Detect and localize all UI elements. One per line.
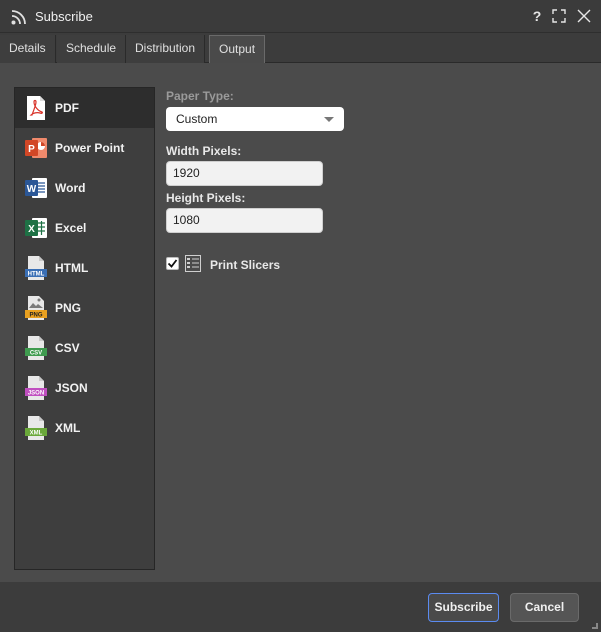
format-label: PNG	[55, 301, 82, 315]
print-slicers-checkbox[interactable]	[166, 257, 179, 270]
paper-type-value: Custom	[176, 112, 218, 126]
format-label: PDF	[55, 101, 79, 115]
format-label: Excel	[55, 221, 87, 235]
window-title: Subscribe	[35, 9, 93, 24]
resize-grip-icon[interactable]	[592, 623, 598, 629]
height-pixels-input[interactable]: 1080	[166, 208, 323, 233]
help-button[interactable]: ?	[528, 7, 546, 25]
svg-text:X: X	[28, 224, 35, 235]
title-bar: Subscribe ?	[0, 0, 601, 33]
tab-schedule[interactable]: Schedule	[57, 35, 127, 63]
format-item-csv[interactable]: CSV CSV	[15, 328, 154, 368]
format-item-html[interactable]: HTML HTML	[15, 248, 154, 288]
excel-icon: X	[25, 218, 47, 238]
svg-text:JSON: JSON	[28, 391, 44, 397]
tab-bar: Details Schedule Distribution Output	[0, 33, 601, 63]
format-item-xml[interactable]: XML XML	[15, 408, 154, 448]
format-item-json[interactable]: JSON JSON	[15, 368, 154, 408]
close-button[interactable]	[575, 7, 593, 25]
svg-text:P: P	[28, 144, 35, 155]
dialog-footer: Subscribe Cancel	[0, 582, 601, 632]
format-label: Word	[55, 181, 86, 195]
svg-text:CSV: CSV	[30, 351, 42, 357]
format-label: HTML	[55, 261, 89, 275]
format-list: PDF P Power Point W Word X Excel HTML HT…	[14, 87, 155, 570]
png-icon: PNG	[25, 296, 47, 320]
word-icon: W	[25, 178, 47, 198]
maximize-button[interactable]	[550, 7, 568, 25]
paper-type-label: Paper Type:	[166, 89, 234, 103]
tab-output[interactable]: Output	[209, 35, 266, 63]
powerpoint-icon: P	[25, 138, 47, 158]
xml-icon: XML	[25, 416, 47, 440]
pdf-icon	[27, 96, 45, 120]
tab-distribution[interactable]: Distribution	[126, 35, 206, 63]
svg-text:XML: XML	[30, 431, 43, 437]
format-item-excel[interactable]: X Excel	[15, 208, 154, 248]
format-label: CSV	[55, 341, 80, 355]
format-label: JSON	[55, 381, 88, 395]
output-panel: PDF P Power Point W Word X Excel HTML HT…	[0, 63, 601, 582]
chevron-down-icon	[324, 117, 334, 122]
subscribe-button[interactable]: Subscribe	[428, 593, 499, 622]
svg-text:W: W	[27, 184, 37, 195]
format-label: XML	[55, 421, 81, 435]
json-icon: JSON	[25, 376, 47, 400]
rss-icon	[11, 10, 26, 25]
svg-text:PNG: PNG	[29, 313, 42, 319]
check-icon	[167, 259, 178, 268]
format-item-word[interactable]: W Word	[15, 168, 154, 208]
width-pixels-label: Width Pixels:	[166, 144, 242, 158]
format-label: Power Point	[55, 141, 125, 155]
cancel-button[interactable]: Cancel	[510, 593, 579, 622]
tab-details[interactable]: Details	[0, 35, 56, 63]
format-item-png[interactable]: PNG PNG	[15, 288, 154, 328]
svg-text:HTML: HTML	[28, 272, 45, 278]
width-pixels-input[interactable]: 1920	[166, 161, 323, 186]
height-pixels-label: Height Pixels:	[166, 191, 246, 205]
slicer-icon	[185, 255, 201, 272]
maximize-icon	[552, 9, 566, 23]
print-slicers-label: Print Slicers	[210, 258, 281, 272]
format-item-pdf[interactable]: PDF	[15, 88, 154, 128]
paper-type-select[interactable]: Custom	[166, 107, 344, 131]
csv-icon: CSV	[25, 336, 47, 360]
html-icon: HTML	[25, 256, 47, 280]
close-icon	[577, 9, 591, 23]
format-item-powerpoint[interactable]: P Power Point	[15, 128, 154, 168]
